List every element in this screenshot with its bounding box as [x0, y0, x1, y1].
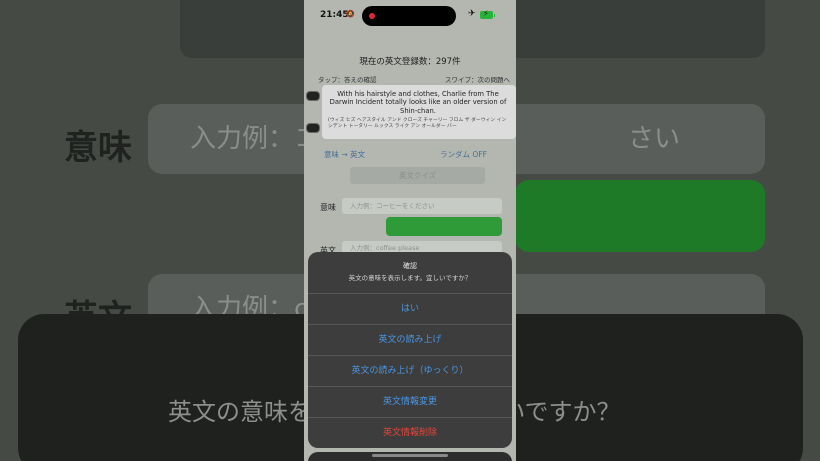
- recording-indicator-icon: [369, 13, 375, 19]
- tap-hint: タップ：答えの確認: [318, 76, 377, 84]
- alert-title: 確認: [403, 262, 417, 270]
- card-ring-icon: [306, 91, 320, 101]
- direction-toggle[interactable]: 意味 → 英文: [324, 149, 365, 160]
- phone-screen: 21:45 🔕 ✈ ⚡ 現在の英文登録数：297件 タップ：答えの確認 スワイプ…: [304, 0, 516, 461]
- card-sentence: With his hairstyle and clothes, Charlie …: [329, 90, 507, 115]
- home-indicator[interactable]: [372, 454, 448, 457]
- confirm-alert: 確認 英文の意味を表示します。宜しいですか？ はい 英文の読み上げ 英文の読み上…: [308, 252, 512, 448]
- swipe-hint: スワイプ：次の問題へ: [445, 76, 510, 84]
- battery-charging-icon: ⚡: [480, 9, 495, 19]
- alert-message: 英文の意味を表示します。宜しいですか？: [348, 274, 472, 282]
- register-button[interactable]: [386, 217, 502, 236]
- alert-edit-button[interactable]: 英文情報変更: [308, 386, 512, 417]
- status-time: 21:45: [320, 10, 349, 20]
- alert-read-aloud-button[interactable]: 英文の読み上げ: [308, 324, 512, 355]
- backdrop-meaning-placeholder-tail: さい: [628, 124, 681, 154]
- alert-yes-button[interactable]: はい: [308, 293, 512, 324]
- bell-slash-icon: 🔕: [346, 10, 355, 18]
- backdrop-dialog-text-left: 英文の意味を: [168, 398, 312, 426]
- meaning-label: 意味: [320, 203, 336, 212]
- alert-read-aloud-slow-button[interactable]: 英文の読み上げ（ゆっくり）: [308, 355, 512, 386]
- flash-card[interactable]: With his hairstyle and clothes, Charlie …: [322, 85, 516, 139]
- backdrop-green-button: [515, 180, 765, 252]
- card-reading: (ウィズ ヒズ ヘアスタイル アンド クローズ チャーリー フロム ザ ダーウィ…: [328, 118, 507, 129]
- backdrop-meaning-label: 意味: [64, 128, 132, 168]
- alert-delete-button[interactable]: 英文情報削除: [308, 417, 512, 448]
- english-quiz-button[interactable]: 英文クイズ: [350, 167, 485, 184]
- backdrop-meaning-placeholder: 入力例：コ: [190, 124, 321, 154]
- registered-count: 現在の英文登録数：297件: [359, 57, 461, 67]
- dynamic-island: [362, 6, 456, 26]
- airplane-icon: ✈: [468, 9, 476, 19]
- card-ring-icon: [306, 123, 320, 133]
- bolt-icon: ⚡: [483, 9, 489, 18]
- meaning-input[interactable]: 入力例：コーヒーをください: [342, 198, 502, 214]
- random-toggle[interactable]: ランダム OFF: [440, 149, 487, 160]
- status-bar: 21:45 🔕 ✈ ⚡: [304, 0, 516, 32]
